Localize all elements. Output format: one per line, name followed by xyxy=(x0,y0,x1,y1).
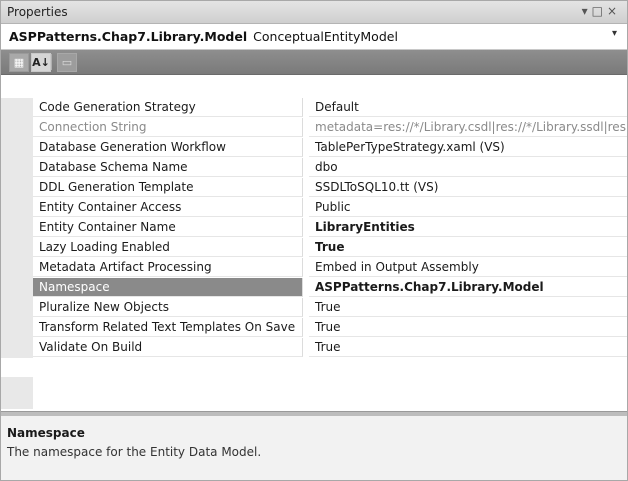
property-name: Validate On Build xyxy=(33,338,303,357)
property-name: Connection String xyxy=(33,118,303,137)
alphabetical-sort-icon[interactable]: A↓ xyxy=(31,53,51,72)
maximize-icon[interactable]: □ xyxy=(592,4,607,18)
property-row[interactable]: Transform Related Text Templates On Save… xyxy=(1,318,627,338)
property-name: DDL Generation Template xyxy=(33,178,303,197)
dropdown-icon[interactable]: ▾ xyxy=(582,4,592,18)
property-name: Pluralize New Objects xyxy=(33,298,303,317)
categorized-icon[interactable]: ▦ xyxy=(9,53,29,72)
row-gutter xyxy=(1,138,33,158)
description-title: Namespace xyxy=(7,426,85,440)
property-row[interactable]: Validate On Build True xyxy=(1,338,627,358)
row-gutter xyxy=(1,318,33,338)
property-row[interactable]: Entity Container Name LibraryEntities xyxy=(1,218,627,238)
close-icon[interactable]: × xyxy=(607,4,621,18)
property-name: Database Schema Name xyxy=(33,158,303,177)
property-row[interactable]: Database Schema Name dbo xyxy=(1,158,627,178)
property-value[interactable]: True xyxy=(309,298,627,317)
row-gutter xyxy=(1,158,33,178)
object-type: ConceptualEntityModel xyxy=(253,29,398,44)
chevron-down-icon[interactable]: ▾ xyxy=(612,28,617,39)
property-name: Entity Container Access xyxy=(33,198,303,217)
property-value[interactable]: Public xyxy=(309,198,627,217)
property-name: Namespace xyxy=(33,278,303,297)
property-name: Transform Related Text Templates On Save xyxy=(33,318,303,337)
property-row[interactable]: Lazy Loading Enabled True xyxy=(1,238,627,258)
property-name: Database Generation Workflow xyxy=(33,138,303,157)
property-value[interactable]: True xyxy=(309,338,627,357)
property-row[interactable]: Code Generation Strategy Default xyxy=(1,98,627,118)
row-gutter xyxy=(1,377,33,409)
object-name-text: ASPPatterns.Chap7.Library.Model xyxy=(9,29,248,44)
properties-toolbar: ▦ A↓ ▭ xyxy=(1,50,627,75)
property-name: Metadata Artifact Processing xyxy=(33,258,303,277)
grid-empty-area xyxy=(1,377,627,409)
object-name: ASPPatterns.Chap7.Library.Model Conceptua… xyxy=(9,29,398,44)
property-row[interactable]: Metadata Artifact Processing Embed in Ou… xyxy=(1,258,627,278)
row-gutter xyxy=(1,98,33,118)
property-grid: Code Generation Strategy Default Connect… xyxy=(1,98,627,358)
property-row[interactable]: Pluralize New Objects True xyxy=(1,298,627,318)
row-gutter xyxy=(1,338,33,358)
object-selector[interactable]: ASPPatterns.Chap7.Library.Model Conceptua… xyxy=(1,24,627,50)
property-value[interactable]: LibraryEntities xyxy=(309,218,627,237)
property-row[interactable]: Database Generation Workflow TablePerTyp… xyxy=(1,138,627,158)
window-title: Properties xyxy=(7,5,68,19)
property-name: Code Generation Strategy xyxy=(33,98,303,117)
row-gutter xyxy=(1,298,33,318)
property-value[interactable]: SSDLToSQL10.tt (VS) xyxy=(309,178,627,197)
property-pages-icon[interactable]: ▭ xyxy=(57,53,77,72)
property-name: Entity Container Name xyxy=(33,218,303,237)
property-value[interactable]: dbo xyxy=(309,158,627,177)
window-controls: ▾□× xyxy=(582,4,621,18)
row-gutter xyxy=(1,118,33,138)
toolbar-separator xyxy=(51,54,52,70)
property-value[interactable]: Embed in Output Assembly xyxy=(309,258,627,277)
description-pane: Namespace The namespace for the Entity D… xyxy=(1,416,627,480)
property-value[interactable]: ASPPatterns.Chap7.Library.Model xyxy=(309,278,627,297)
title-bar: Properties ▾□× xyxy=(1,1,627,24)
property-value[interactable]: Default xyxy=(309,98,627,117)
row-gutter xyxy=(1,238,33,258)
row-gutter xyxy=(1,258,33,278)
property-value[interactable]: TablePerTypeStrategy.xaml (VS) xyxy=(309,138,627,157)
property-value[interactable]: True xyxy=(309,238,627,257)
description-text: The namespace for the Entity Data Model. xyxy=(7,445,262,459)
row-gutter xyxy=(1,218,33,238)
row-gutter xyxy=(1,178,33,198)
property-row[interactable]: Entity Container Access Public xyxy=(1,198,627,218)
property-name: Lazy Loading Enabled xyxy=(33,238,303,257)
property-value[interactable]: metadata=res://*/Library.csdl|res://*/Li… xyxy=(309,118,627,137)
property-row[interactable]: Connection String metadata=res://*/Libra… xyxy=(1,118,627,138)
row-gutter xyxy=(1,278,33,298)
property-row-selected[interactable]: Namespace ASPPatterns.Chap7.Library.Mode… xyxy=(1,278,627,298)
row-gutter xyxy=(1,198,33,218)
properties-window: Properties ▾□× ASPPatterns.Chap7.Library… xyxy=(0,0,628,481)
property-value[interactable]: True xyxy=(309,318,627,337)
property-row[interactable]: DDL Generation Template SSDLToSQL10.tt (… xyxy=(1,178,627,198)
